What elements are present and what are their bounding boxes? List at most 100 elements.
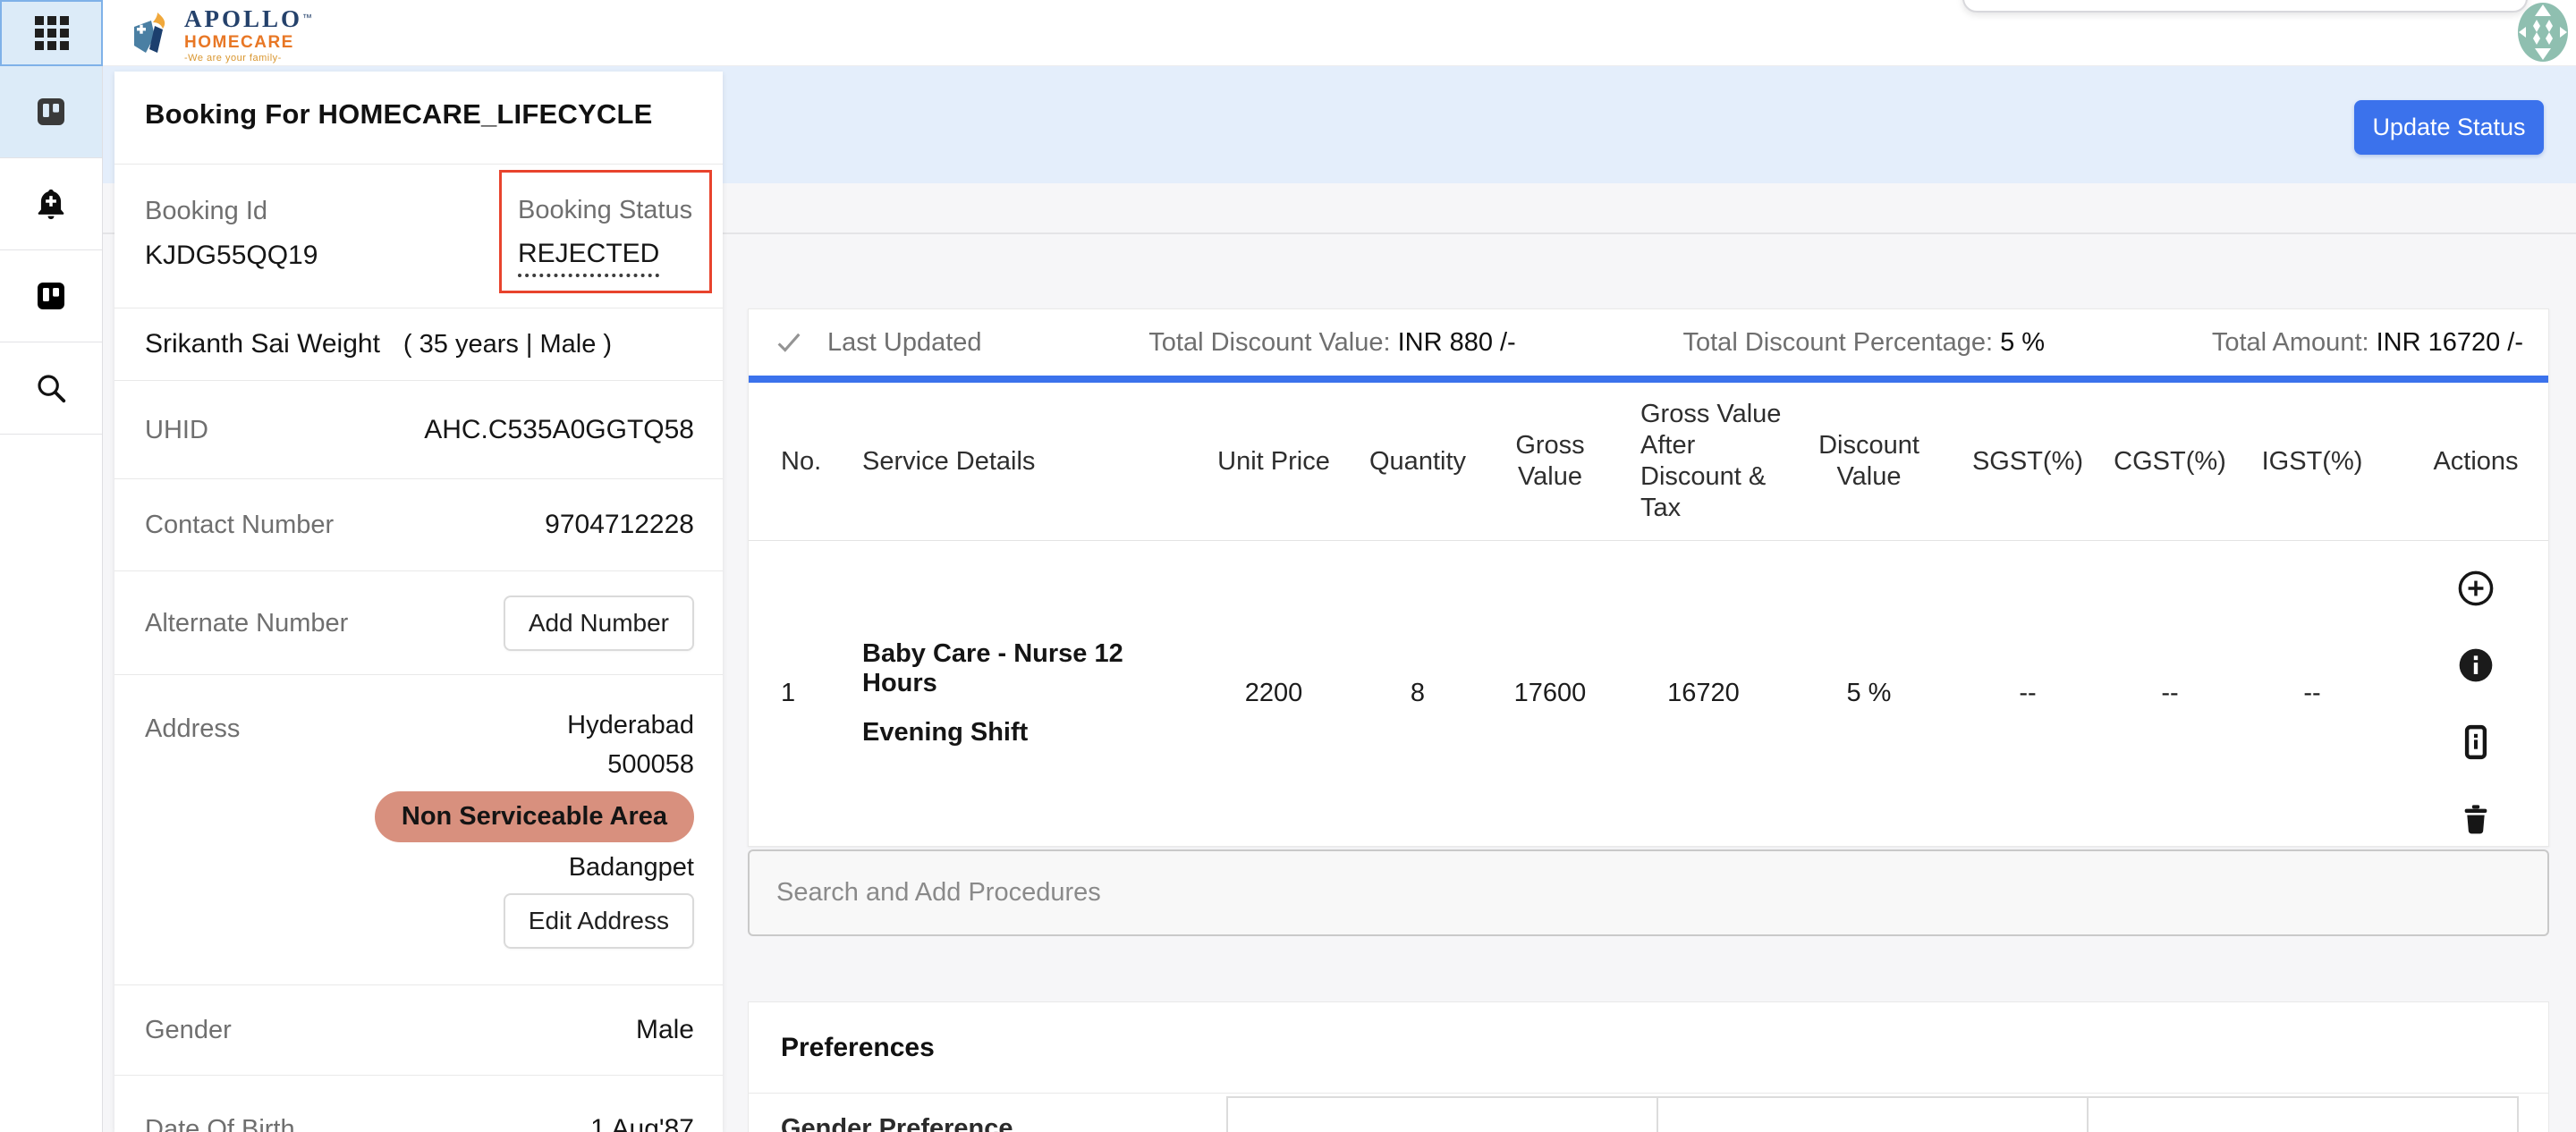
col-gross-value: Gross Value (1493, 383, 1607, 540)
sidebar-item-search[interactable] (0, 342, 102, 435)
address-city: Hyderabad (567, 709, 694, 741)
add-number-button[interactable]: Add Number (504, 596, 694, 651)
col-unit-price: Unit Price (1205, 383, 1343, 540)
app-grid-button[interactable] (0, 0, 103, 66)
table-header: No. Service Details Unit Price Quantity … (749, 383, 2548, 541)
gender-preference-label: Gender Preference (781, 1114, 1013, 1132)
add-service-button[interactable] (2456, 569, 2496, 608)
booking-id-status-row: Booking Id KJDG55QQ19 Booking Status REJ… (114, 165, 723, 308)
booking-status-value[interactable]: REJECTED (518, 239, 659, 277)
delete-service-button[interactable] (2456, 799, 2496, 839)
address-area: Badangpet (569, 853, 694, 883)
row-no: 1 (749, 541, 838, 846)
logo-homecare-text: HOMECARE (184, 34, 312, 51)
ornament-badge-icon[interactable] (2517, 2, 2569, 63)
address-pincode: 500058 (607, 748, 694, 781)
preferences-card: Preferences Gender Preference (748, 1001, 2549, 1132)
apollo-logo-icon (127, 11, 177, 61)
dob-value: 1 Aug'87 (590, 1113, 694, 1132)
sidebar-item-board[interactable] (0, 250, 102, 342)
booking-header: Booking For HOMECARE_LIFECYCLE (114, 72, 723, 165)
col-igst: IGST(%) (2223, 383, 2402, 540)
gender-preference-option[interactable] (1657, 1096, 2089, 1132)
row-igst: -- (2223, 541, 2402, 846)
service-name: Baby Care - Nurse 12 Hours (862, 639, 1205, 698)
last-updated-text: Last Updated (827, 328, 982, 358)
sidebar-item-notifications[interactable] (0, 158, 102, 250)
col-discount-value: Discount Value (1800, 383, 1938, 540)
col-actions: Actions (2402, 383, 2550, 540)
logo-apollo-text: APOLLO (184, 5, 302, 32)
service-info-button[interactable] (2456, 646, 2496, 685)
sidebar (0, 66, 103, 1132)
booking-status-box: Booking Status REJECTED (499, 170, 712, 293)
grid-menu-icon (35, 16, 69, 50)
service-table-card: Last Updated Total Discount Value:INR 88… (748, 308, 2549, 847)
uhid-label: UHID (145, 414, 208, 446)
contact-label: Contact Number (145, 509, 334, 541)
booking-id-label: Booking Id (145, 195, 318, 227)
total-discount-value: Total Discount Value:INR 880 /- (1148, 328, 1515, 358)
device-info-button[interactable] (2456, 722, 2496, 762)
row-cgst: -- (2117, 541, 2223, 846)
address-row: Address Hyderabad 500058 Non Serviceable… (114, 675, 723, 985)
table-summary-bar: Last Updated Total Discount Value:INR 88… (749, 309, 2548, 376)
search-icon (34, 371, 68, 405)
alternate-number-row: Alternate Number Add Number (114, 571, 723, 675)
col-quantity: Quantity (1343, 383, 1493, 540)
preferences-title: Preferences (781, 1033, 935, 1063)
col-sgst: SGST(%) (1938, 383, 2117, 540)
patient-name: Srikanth Sai Weight (145, 329, 380, 359)
dob-label: Date Of Birth (145, 1113, 295, 1132)
col-cgst: CGST(%) (2117, 383, 2223, 540)
gender-preference-options (1226, 1096, 2519, 1132)
gender-value: Male (636, 1014, 694, 1046)
logo-tagline: -We are your family- (184, 54, 312, 63)
info-icon (2456, 646, 2496, 685)
dob-row: Date Of Birth 1 Aug'87 (114, 1076, 723, 1132)
update-status-button[interactable]: Update Status (2354, 100, 2544, 155)
device-info-icon (2456, 722, 2496, 762)
row-gross-after-discount: 16720 (1607, 541, 1800, 846)
service-shift: Evening Shift (862, 718, 1205, 748)
gender-preference-option[interactable] (2087, 1096, 2519, 1132)
row-actions (2402, 541, 2550, 846)
address-label: Address (145, 675, 240, 984)
check-icon (774, 327, 804, 358)
delete-icon (2458, 801, 2494, 837)
uhid-row: UHID AHC.C535A0GGTQ58 (114, 381, 723, 479)
total-discount-percentage: Total Discount Percentage:5 % (1683, 328, 2046, 358)
kanban-icon (35, 96, 67, 128)
table-row: 1 Baby Care - Nurse 12 Hours Evening Shi… (749, 541, 2548, 846)
gender-label: Gender (145, 1014, 232, 1046)
col-no: No. (749, 383, 838, 540)
row-unit-price: 2200 (1205, 541, 1343, 846)
col-service-details: Service Details (838, 383, 1205, 540)
non-serviceable-badge: Non Serviceable Area (375, 791, 694, 842)
booking-status-label: Booking Status (518, 194, 709, 226)
bell-plus-icon (34, 187, 68, 221)
row-gross-value: 17600 (1493, 541, 1607, 846)
alternate-number-label: Alternate Number (145, 607, 348, 639)
contact-value: 9704712228 (545, 509, 694, 541)
popup-remnant (1962, 0, 2528, 13)
add-circle-icon (2456, 569, 2496, 608)
row-sgst: -- (1938, 541, 2117, 846)
gender-row: Gender Male (114, 985, 723, 1076)
gender-preference-option[interactable] (1226, 1096, 1658, 1132)
patient-name-row: Srikanth Sai Weight ( 35 years | Male ) (114, 308, 723, 381)
col-gross-after-discount: Gross Value After Discount & Tax (1607, 383, 1800, 540)
patient-age-gender: ( 35 years | Male ) (403, 330, 612, 359)
booking-id-value: KJDG55QQ19 (145, 240, 318, 272)
table-accent-bar (749, 376, 2548, 383)
search-procedures-input[interactable] (748, 849, 2549, 936)
uhid-value: AHC.C535A0GGTQ58 (424, 414, 694, 446)
apollo-homecare-logo: APOLLO™ HOMECARE -We are your family- (127, 7, 312, 63)
kanban-icon (35, 280, 67, 312)
sidebar-item-board-active[interactable] (0, 66, 102, 158)
page-title: Booking For HOMECARE_LIFECYCLE (145, 98, 692, 131)
row-service-details: Baby Care - Nurse 12 Hours Evening Shift (838, 541, 1205, 846)
edit-address-button[interactable]: Edit Address (504, 893, 694, 949)
contact-row: Contact Number 9704712228 (114, 479, 723, 571)
patient-panel: Booking For HOMECARE_LIFECYCLE Booking I… (114, 72, 723, 1132)
